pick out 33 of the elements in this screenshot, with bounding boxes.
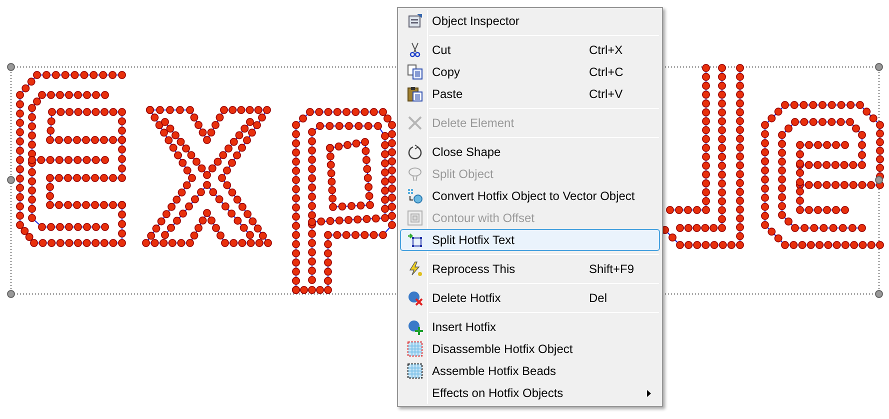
lightning-icon xyxy=(406,261,422,277)
menu-item[interactable]: Disassemble Hotfix Object xyxy=(400,338,660,360)
menu-item[interactable]: Close Shape xyxy=(400,141,660,163)
selection-handle[interactable] xyxy=(7,63,15,71)
dashed-grid-icon xyxy=(406,363,422,379)
selection-handle[interactable] xyxy=(875,290,883,298)
convert-icon xyxy=(406,188,422,204)
lasso-icon xyxy=(406,166,422,182)
circular-arrow-icon xyxy=(406,144,422,160)
delete-icon xyxy=(406,115,422,131)
selection-handle[interactable] xyxy=(7,290,15,298)
paste-icon xyxy=(406,86,422,102)
menu-item[interactable]: Convert Hotfix Object to Vector Object xyxy=(400,185,660,207)
menu-item[interactable]: Reprocess This Shift+F9 xyxy=(400,258,660,280)
menu-item[interactable]: Split Hotfix Text xyxy=(400,229,660,251)
menu-item[interactable]: Paste Ctrl+V xyxy=(400,83,660,105)
concentric-squares-icon xyxy=(406,210,422,226)
selection-handle[interactable] xyxy=(875,176,883,184)
menu-item[interactable]: Insert Hotfix xyxy=(400,316,660,338)
dashed-grid-icon xyxy=(406,341,422,357)
bead-add-icon xyxy=(406,319,422,335)
menu-item[interactable]: Object Inspector xyxy=(400,10,660,32)
split-text-icon xyxy=(406,232,422,248)
menu-item[interactable]: Delete Hotfix Del xyxy=(400,287,660,309)
selection-handle[interactable] xyxy=(7,176,15,184)
bead-remove-icon xyxy=(406,290,422,306)
menu-item[interactable]: Cut Ctrl+X xyxy=(400,39,660,61)
inspector-icon xyxy=(406,13,422,29)
copy-icon xyxy=(406,64,422,80)
menu-item[interactable]: Copy Ctrl+C xyxy=(400,61,660,83)
menu-item[interactable]: Effects on Hotfix Objects xyxy=(400,382,660,404)
selection-handle[interactable] xyxy=(875,63,883,71)
menu-item[interactable]: Assemble Hotfix Beads xyxy=(400,360,660,382)
